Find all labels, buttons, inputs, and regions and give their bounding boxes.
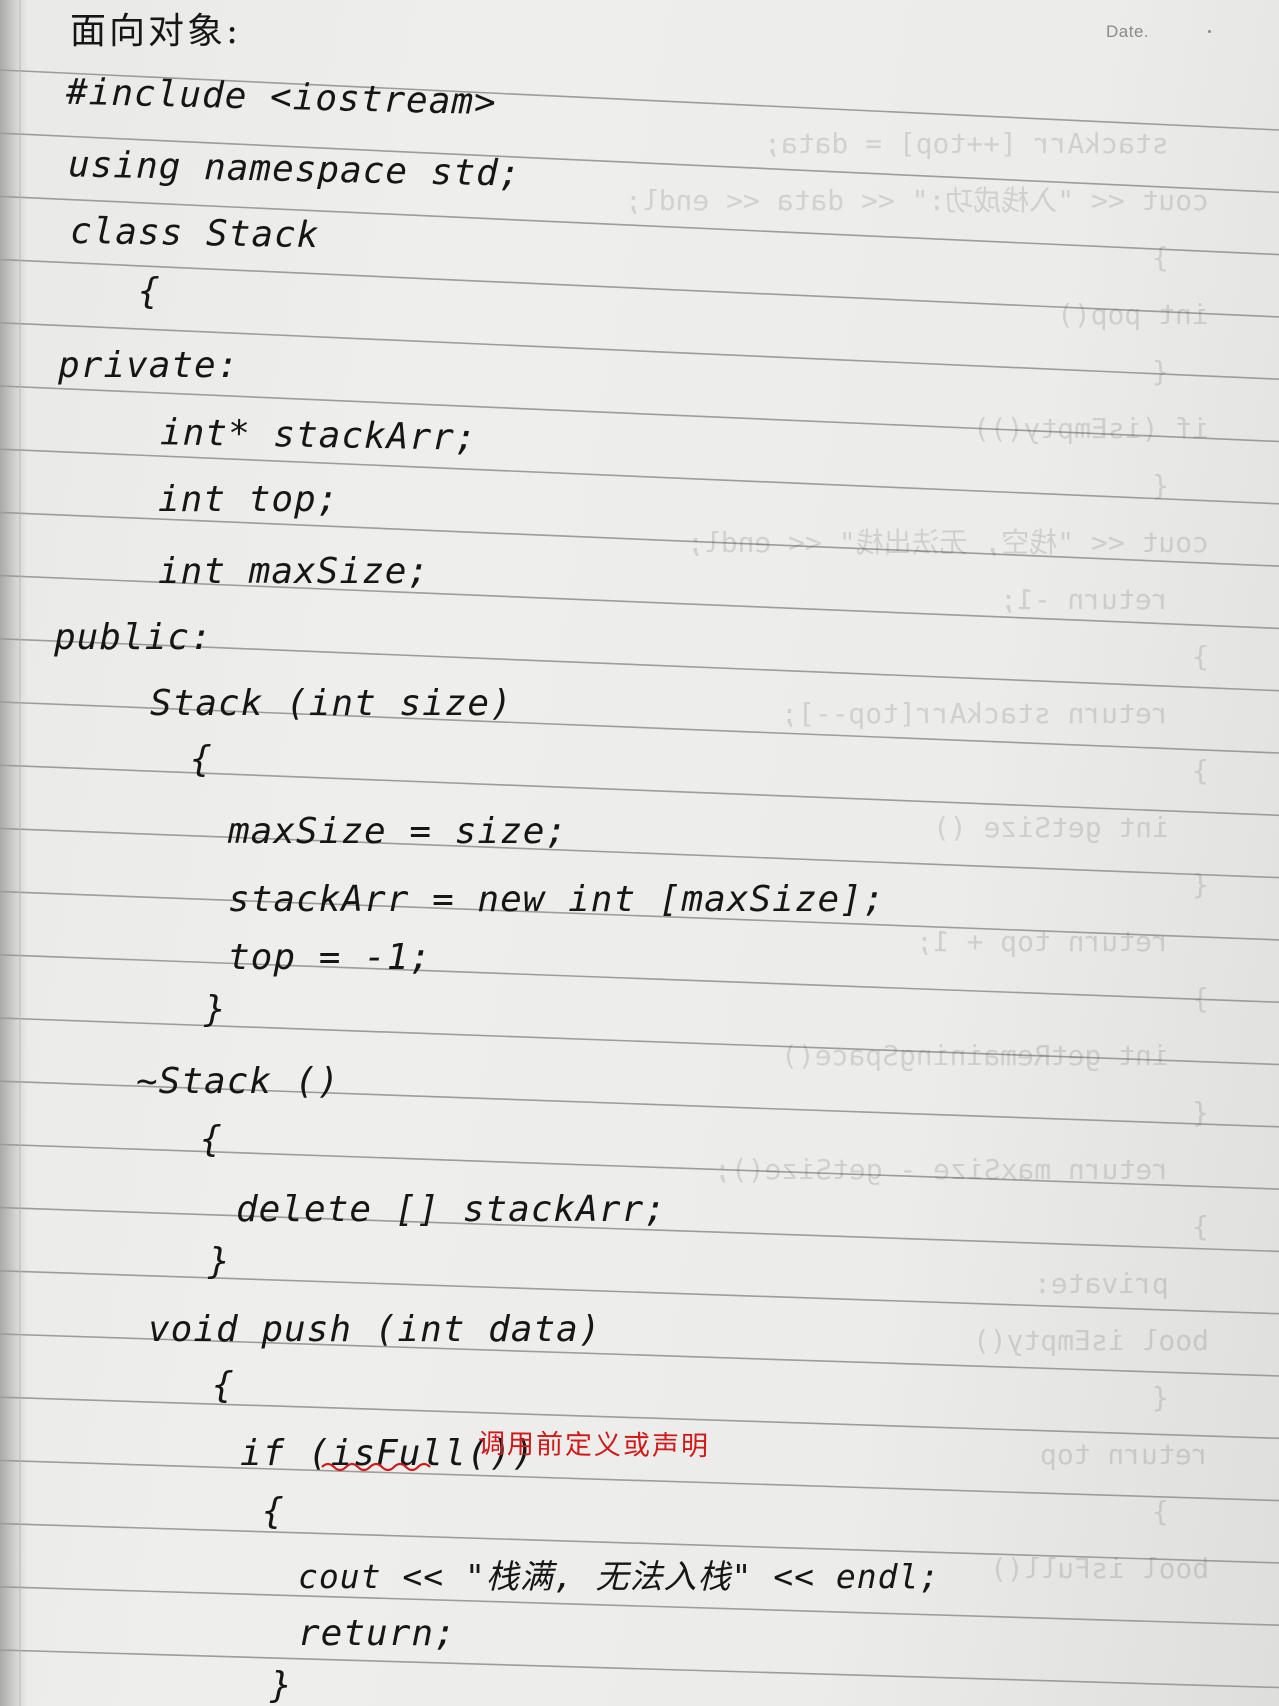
bleed-through-line: return top + 1; <box>916 925 1169 958</box>
bleed-through-line: return -1; <box>1000 583 1169 616</box>
bleed-through-line: int getRemainingSpace() <box>781 1039 1169 1072</box>
bleed-through-line: stackArr [++top] = data; <box>764 127 1169 160</box>
bleed-through-line: } <box>1192 754 1209 787</box>
code-line-destructor-open-brace: { <box>200 1119 223 1160</box>
bleed-through-line: } <box>1192 640 1209 673</box>
code-line-if-open-brace: { <box>262 1491 285 1532</box>
bleed-through-line: private: <box>1034 1267 1169 1300</box>
code-line-if-close-brace: } <box>270 1665 293 1706</box>
date-label: Date. <box>1106 22 1150 41</box>
code-line-push-open-brace: { <box>212 1365 235 1406</box>
code-line-constructor-close-brace: } <box>204 989 227 1030</box>
code-line-maxsize-decl: int maxSize; <box>158 551 431 592</box>
bleed-through-line: { <box>1152 469 1169 502</box>
bleed-through-line: { <box>1192 1096 1209 1129</box>
code-line-class: class Stack <box>69 210 320 257</box>
code-line-using: using namespace std; <box>67 144 522 195</box>
bleed-through-line: cout << "栈空, 无法出栈" << endl; <box>686 526 1209 559</box>
code-line-public: public: <box>54 617 213 658</box>
bleed-through-line: int pop() <box>1057 298 1209 331</box>
code-line-private: private: <box>58 345 240 386</box>
code-line-stackarr-decl: int* stackArr; <box>159 412 478 459</box>
bleed-through-line: return maxSize - getSize(); <box>713 1153 1169 1186</box>
bleed-through-line: return stackArr[top--]; <box>781 697 1169 730</box>
bleed-through-line: bool isFull() <box>989 1552 1209 1585</box>
bleed-through-line: } <box>1192 1210 1209 1243</box>
code-line-destructor-close-brace: } <box>208 1241 231 1282</box>
code-line-class-open-brace: { <box>138 271 161 312</box>
red-annotation: 调用前定义或声明 <box>477 1428 711 1463</box>
code-line-top-assign: top = -1; <box>228 937 433 978</box>
bleed-through-line: if (isEmpty()) <box>972 412 1209 445</box>
code-line-constructor-open-brace: { <box>190 739 213 780</box>
bleed-through-line: } <box>1152 1495 1169 1528</box>
code-line-maxsize-assign: maxSize = size; <box>228 811 569 852</box>
red-squiggle-underline <box>321 1462 431 1472</box>
code-line-cout: cout << "栈满, 无法入栈" << endl; <box>298 1557 941 1596</box>
notebook-page: Date. stackArr [++top] = data; cout << "入… <box>0 0 1279 1706</box>
code-line-destructor: ~Stack () <box>136 1061 341 1102</box>
bleed-through-line: { <box>1152 355 1169 388</box>
code-line-top-decl: int top; <box>158 479 340 520</box>
code-line-delete: delete [] stackArr; <box>236 1189 667 1230</box>
bleed-through-line: } <box>1192 982 1209 1015</box>
code-line-constructor: Stack (int size) <box>150 683 513 724</box>
bleed-through-line: { <box>1192 868 1209 901</box>
code-line-push: void push (int data) <box>148 1309 602 1350</box>
bleed-through-line: int getSize () <box>932 811 1169 844</box>
notes-title: 面向对象: <box>70 11 242 52</box>
bleed-through-line: } <box>1152 241 1169 274</box>
code-line-return: return; <box>298 1613 457 1654</box>
code-line-stackarr-assign: stackArr = new int [maxSize]; <box>228 879 886 920</box>
bleed-through-line: { <box>1152 1381 1169 1414</box>
bleed-through-line: return top <box>1040 1438 1209 1471</box>
bleed-through-line: bool isEmpty() <box>972 1324 1209 1357</box>
code-line-include: #include <iostream> <box>65 71 498 124</box>
date-dot <box>1208 30 1211 33</box>
bleed-through-line: cout << "入栈成功:" << data << endl; <box>624 184 1209 217</box>
